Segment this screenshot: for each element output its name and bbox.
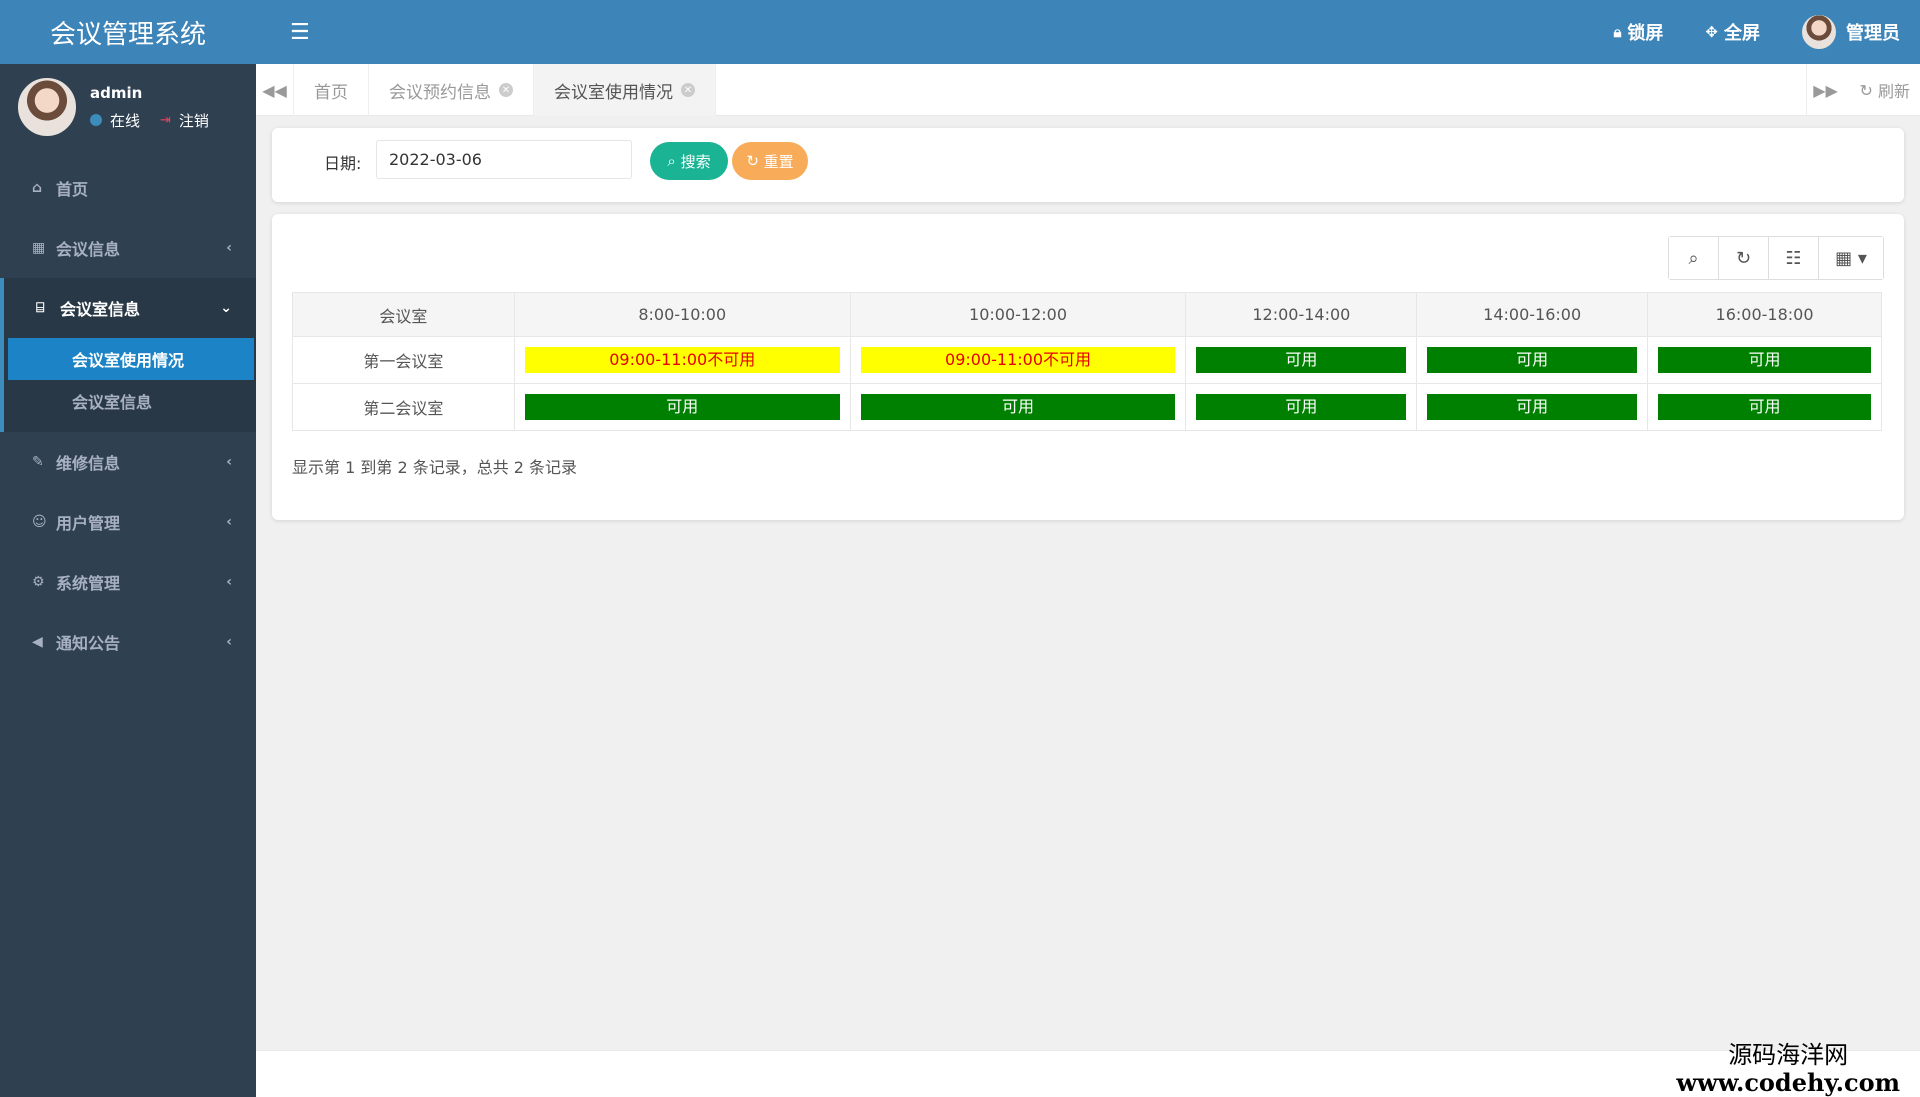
close-tab-icon[interactable]: ✕ bbox=[681, 83, 695, 97]
slot-status-available: 可用 bbox=[1427, 347, 1638, 373]
room-name: 第二会议室 bbox=[292, 383, 515, 431]
menu-item-meeting-info[interactable]: ▦ 会议信息 ‹ bbox=[0, 218, 256, 278]
slot-status-unavailable: 09:00-11:00不可用 bbox=[860, 347, 1176, 373]
volume-icon: ◀ bbox=[32, 634, 43, 650]
tab-home[interactable]: 首页 bbox=[294, 64, 369, 116]
column-header: 会议室 bbox=[292, 292, 515, 337]
refresh-tab-button[interactable]: ↻ 刷新 bbox=[1859, 64, 1910, 116]
menu-item-system[interactable]: ⚙ 系统管理 ‹ bbox=[0, 552, 256, 612]
toolbar-columns-icon[interactable]: ▦ ▾ bbox=[1819, 237, 1883, 279]
room-name: 第一会议室 bbox=[292, 336, 515, 384]
user-avatar bbox=[18, 78, 76, 136]
hamburger-icon[interactable]: ☰ bbox=[290, 20, 310, 45]
users-icon: ☺ bbox=[32, 514, 47, 530]
side-menu: ⌂ 首页 ▦ 会议信息 ‹ ⌸ 会议室信息 ⌄ 会议室使用情况 会议室信息 ✎ … bbox=[0, 158, 256, 672]
lock-icon: 🔒︎ bbox=[1613, 23, 1622, 41]
column-header: 12:00-14:00 bbox=[1185, 292, 1418, 337]
submenu-item-room-info[interactable]: 会议室信息 bbox=[4, 380, 254, 422]
sidebar: 会议管理系统 admin 在线 ⇥ 注销 ⌂ 首页 ▦ 会议信息 ‹ ⌸ 会议室… bbox=[0, 0, 256, 1097]
column-header: 14:00-16:00 bbox=[1416, 292, 1649, 337]
lock-screen-button[interactable]: 🔒︎ 锁屏 bbox=[1613, 19, 1663, 45]
tab-booking[interactable]: 会议预约信息 ✕ bbox=[369, 64, 534, 116]
close-tab-icon[interactable]: ✕ bbox=[499, 83, 513, 97]
submenu-room: 会议室使用情况 会议室信息 bbox=[0, 338, 256, 432]
user-name: admin bbox=[90, 83, 143, 102]
tab-usage[interactable]: 会议室使用情况 ✕ bbox=[534, 64, 716, 116]
refresh-icon: ↻ bbox=[1859, 80, 1873, 100]
online-dot-icon bbox=[90, 114, 102, 126]
fullscreen-button[interactable]: ✥ 全屏 bbox=[1705, 19, 1760, 45]
tabs-scroll-right-icon[interactable]: ▶▶ bbox=[1806, 64, 1844, 116]
usage-table: 会议室 8:00-10:00 10:00-12:00 12:00-14:00 1… bbox=[292, 292, 1882, 431]
institution-icon: ⌸ bbox=[36, 300, 45, 316]
slot-status-unavailable: 09:00-11:00不可用 bbox=[524, 347, 840, 373]
menu-item-room-info[interactable]: ⌸ 会议室信息 ⌄ bbox=[0, 278, 256, 338]
menu-item-repair[interactable]: ✎ 维修信息 ‹ bbox=[0, 432, 256, 492]
table-toolbar: ⌕ ↻ ☷ ▦ ▾ bbox=[1668, 236, 1884, 280]
chevron-left-icon: ‹ bbox=[226, 514, 232, 530]
tabs-scroll-left-icon[interactable]: ◀◀ bbox=[256, 64, 294, 116]
slot-status-available: 可用 bbox=[1196, 394, 1407, 420]
column-header: 16:00-18:00 bbox=[1647, 292, 1882, 337]
calendar-icon: ▦ bbox=[32, 240, 46, 256]
slot-status-available: 可用 bbox=[1658, 347, 1871, 373]
slot-status-available: 可用 bbox=[860, 394, 1176, 420]
menu-item-home[interactable]: ⌂ 首页 bbox=[0, 158, 256, 218]
chevron-left-icon: ‹ bbox=[226, 454, 232, 470]
user-panel: admin 在线 ⇥ 注销 bbox=[0, 64, 256, 150]
date-input[interactable] bbox=[376, 140, 632, 179]
admin-avatar bbox=[1802, 15, 1836, 49]
menu-item-users[interactable]: ☺ 用户管理 ‹ bbox=[0, 492, 256, 552]
home-icon: ⌂ bbox=[32, 180, 43, 196]
expand-icon: ✥ bbox=[1705, 23, 1718, 41]
online-status: 在线 bbox=[110, 111, 141, 130]
slot-status-available: 可用 bbox=[1658, 394, 1871, 420]
column-header: 8:00-10:00 bbox=[513, 292, 851, 337]
table-panel: ⌕ ↻ ☷ ▦ ▾ 会议室 8:00-10:00 10:00-12:00 12:… bbox=[272, 214, 1904, 520]
search-panel: 日期: ⌕ 搜索 ↻ 重置 bbox=[272, 128, 1904, 202]
gear-icon: ⚙ bbox=[32, 574, 45, 590]
footer bbox=[256, 1050, 1920, 1097]
tabs-bar: ◀◀ 首页 会议预约信息 ✕ 会议室使用情况 ✕ ▶▶ ↻ 刷新 bbox=[256, 64, 1920, 116]
watermark: 源码海洋网 www.codehy.com bbox=[1676, 1040, 1900, 1096]
watermark-url: www.codehy.com bbox=[1676, 1068, 1900, 1097]
logout-link[interactable]: 注销 bbox=[179, 110, 209, 131]
table-header-row: 会议室 8:00-10:00 10:00-12:00 12:00-14:00 1… bbox=[292, 292, 1882, 337]
top-navbar: ☰ 🔒︎ 锁屏 ✥ 全屏 管理员 bbox=[256, 0, 1920, 64]
date-label: 日期: bbox=[324, 154, 362, 173]
reset-button[interactable]: ↻ 重置 bbox=[732, 142, 808, 180]
toolbar-refresh-icon[interactable]: ↻ bbox=[1719, 237, 1769, 279]
chevron-left-icon: ‹ bbox=[226, 634, 232, 650]
refresh-icon: ↻ bbox=[746, 152, 759, 170]
slot-status-available: 可用 bbox=[524, 394, 840, 420]
admin-menu[interactable]: 管理员 bbox=[1802, 15, 1900, 49]
pagination-summary: 显示第 1 到第 2 条记录，总共 2 条记录 bbox=[292, 458, 578, 477]
menu-item-notice[interactable]: ◀ 通知公告 ‹ bbox=[0, 612, 256, 672]
submenu-item-room-usage[interactable]: 会议室使用情况 bbox=[8, 338, 254, 380]
logout-icon[interactable]: ⇥ bbox=[160, 113, 171, 128]
search-icon: ⌕ bbox=[667, 152, 676, 170]
slot-status-available: 可用 bbox=[1196, 347, 1407, 373]
watermark-title: 源码海洋网 bbox=[1728, 1041, 1849, 1069]
table-row: 第一会议室 09:00-11:00不可用 09:00-11:00不可用 可用 可… bbox=[292, 336, 1882, 384]
toolbar-list-icon[interactable]: ☷ bbox=[1769, 237, 1819, 279]
toolbar-search-icon[interactable]: ⌕ bbox=[1669, 237, 1719, 279]
search-button[interactable]: ⌕ 搜索 bbox=[650, 142, 728, 180]
table-row: 第二会议室 可用 可用 可用 可用 可用 bbox=[292, 383, 1882, 431]
chevron-left-icon: ‹ bbox=[226, 574, 232, 590]
slot-status-available: 可用 bbox=[1427, 394, 1638, 420]
chevron-left-icon: ‹ bbox=[226, 240, 232, 256]
chevron-down-icon: ⌄ bbox=[220, 300, 232, 316]
wrench-icon: ✎ bbox=[32, 454, 44, 470]
column-header: 10:00-12:00 bbox=[849, 292, 1187, 337]
app-logo: 会议管理系统 bbox=[0, 0, 256, 64]
